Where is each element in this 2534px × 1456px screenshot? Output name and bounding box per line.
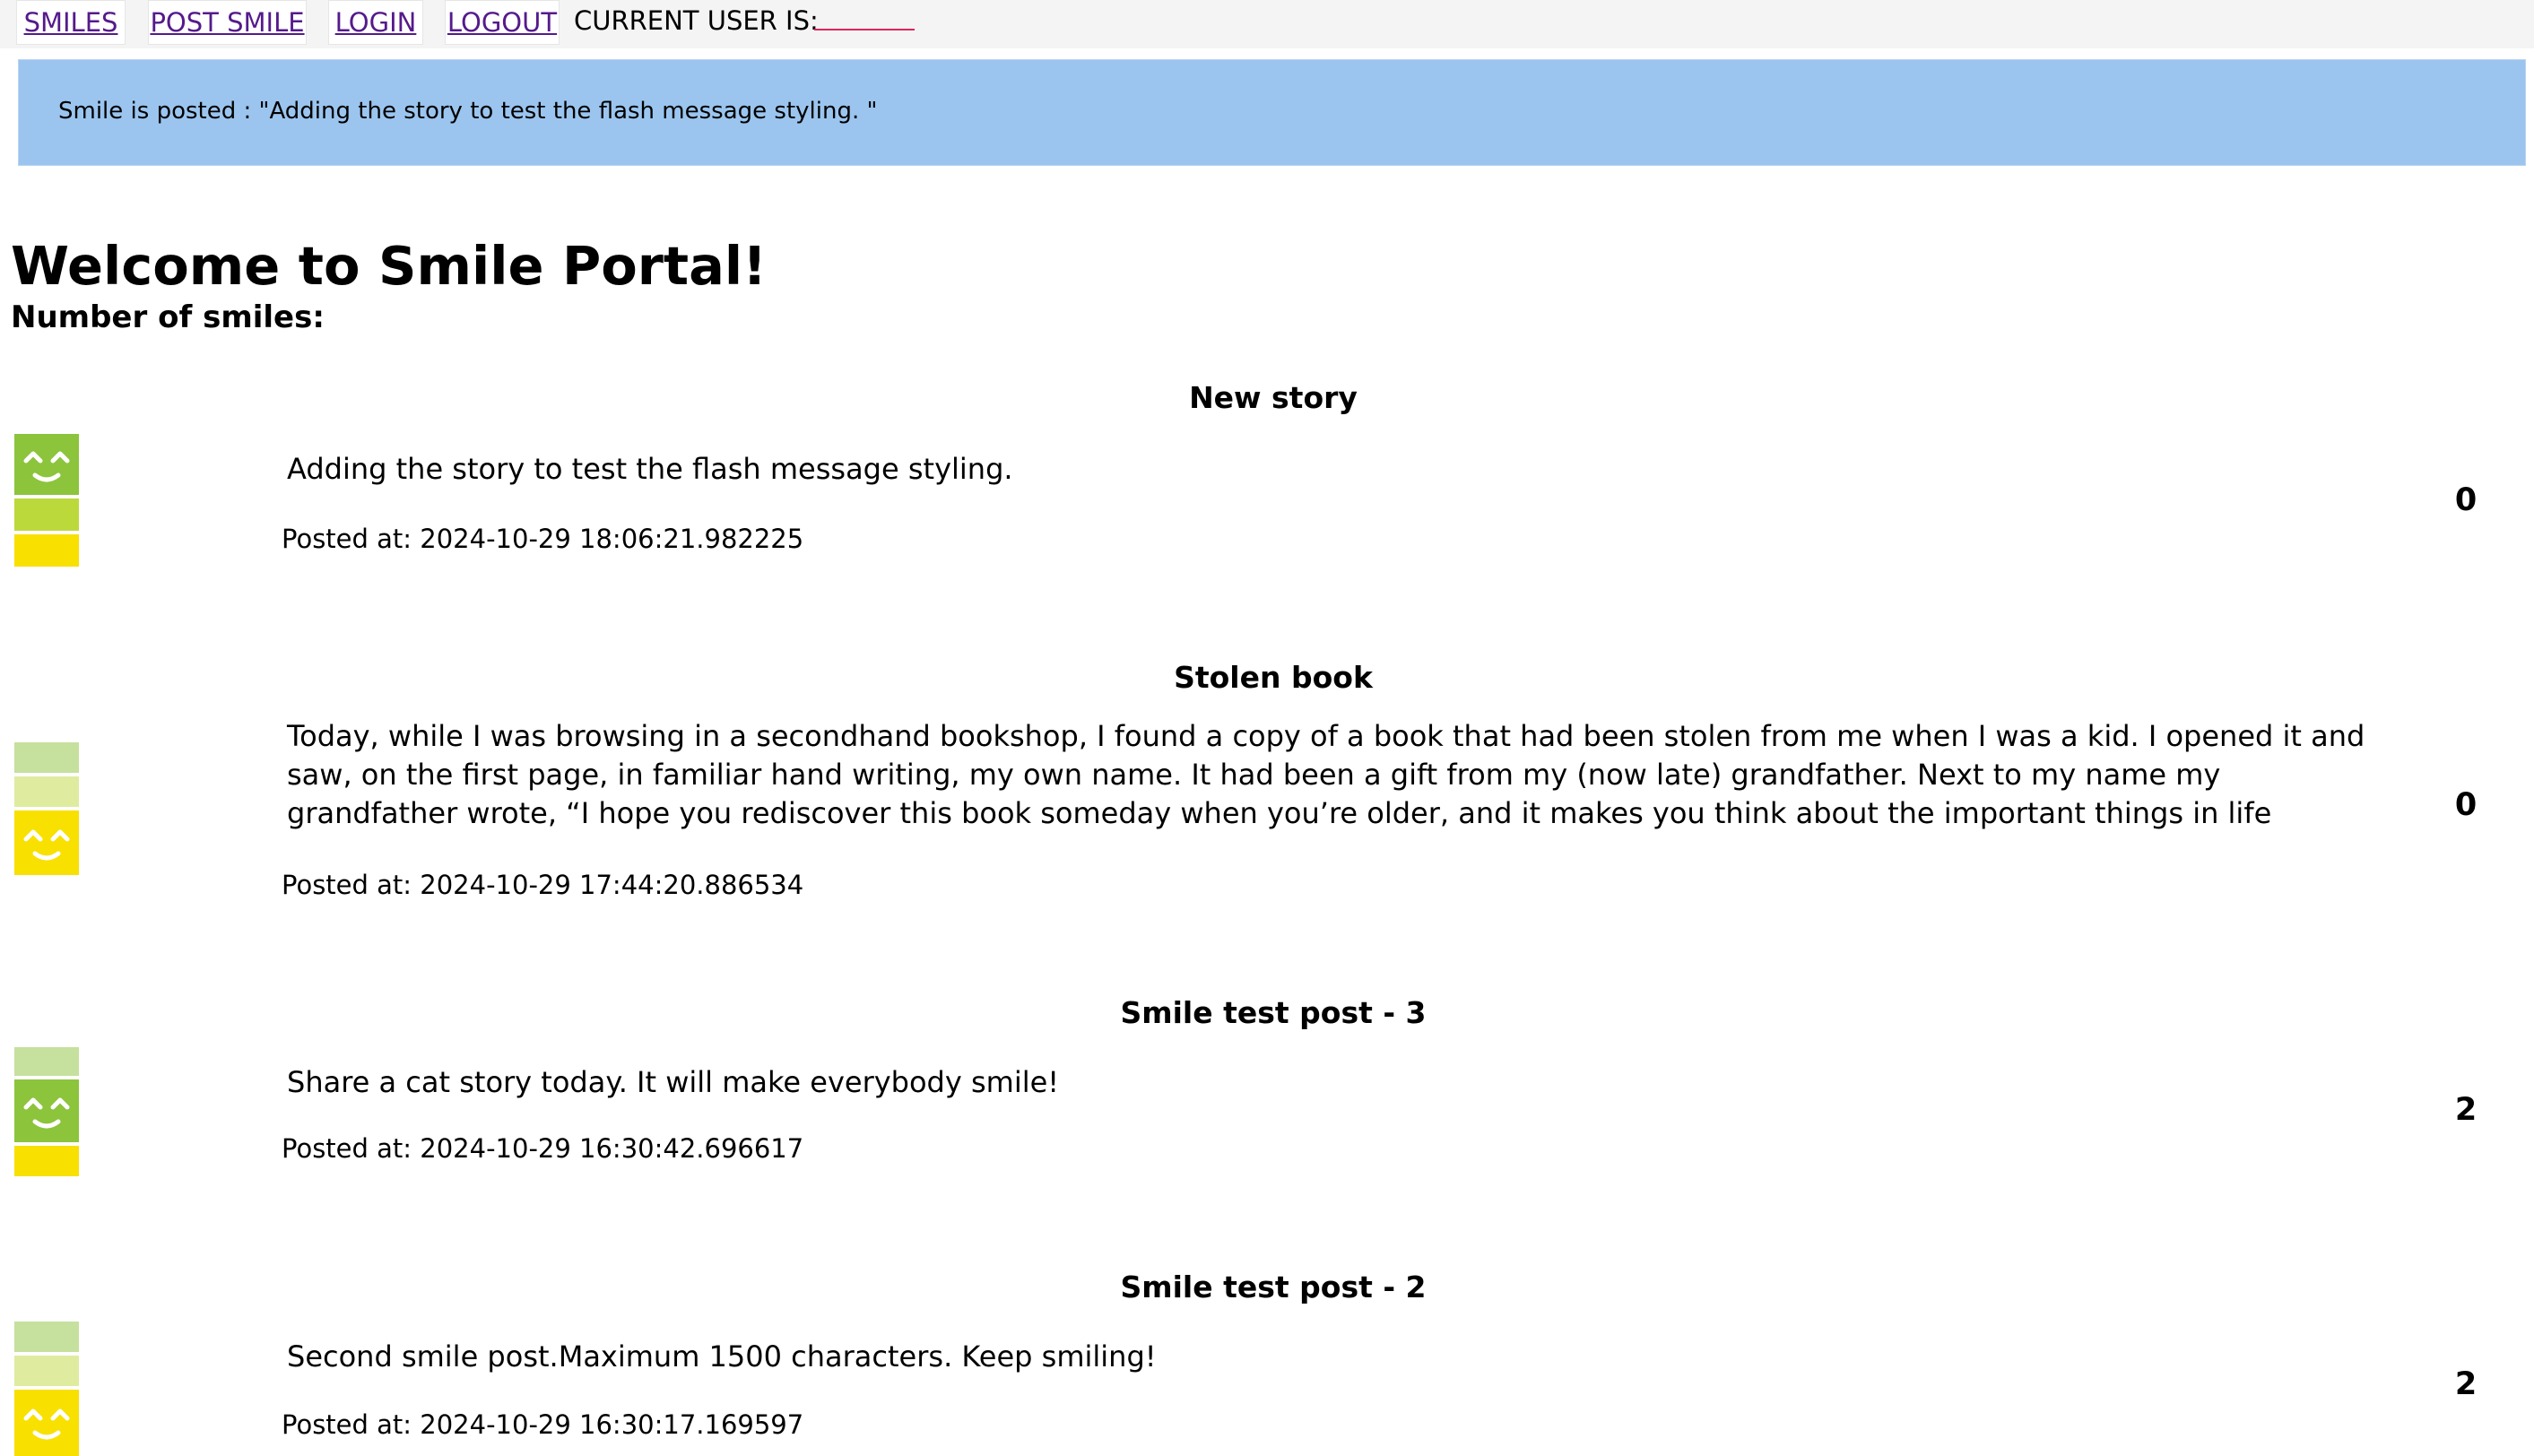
smile-face-icon [23,451,70,482]
meter-middle[interactable] [14,1356,79,1386]
smile-count-label: Number of smiles: [11,299,325,335]
post-timestamp: Posted at: 2024-10-29 16:30:42.696617 [282,1133,804,1164]
meter-bottom[interactable] [14,1146,79,1176]
smile-post: Stolen book Today, while I was browsing … [0,656,2534,925]
mood-meter[interactable] [14,1047,79,1176]
post-body: Today, while I was browsing in a secondh… [287,719,2365,830]
smile-post: New story Adding the story to test the f… [0,377,2534,610]
meter-top[interactable] [14,1322,79,1352]
flash-message-text: Smile is posted : "Adding the story to t… [58,98,878,125]
post-body: Share a cat story today. It will make ev… [287,1065,1060,1099]
post-timestamp: Posted at: 2024-10-29 18:06:21.982225 [282,524,804,554]
meter-middle[interactable] [14,498,79,531]
meter-top[interactable] [14,742,79,773]
smile-post: Smile test post - 3 Share a cat story to… [0,992,2534,1207]
smile-face-icon [23,1408,70,1440]
post-timestamp: Posted at: 2024-10-29 16:30:17.169597 [282,1409,804,1440]
post-title: Smile test post - 3 [1120,995,1427,1030]
nav-link-post-smile[interactable]: POST SMILE [148,0,307,45]
top-navbar: SMILES POST SMILE LOGIN LOGOUT CURRENT U… [0,0,2534,48]
post-smile-count: 2 [2454,1366,2478,1402]
mood-meter[interactable] [14,434,79,567]
meter-top[interactable] [14,1047,79,1076]
post-body: Second smile post.Maximum 1500 character… [287,1339,1157,1374]
page-title: Welcome to Smile Portal! [11,234,768,297]
mood-meter[interactable] [14,742,79,875]
nav-link-login[interactable]: LOGIN [328,0,423,45]
smile-face-icon [23,1097,70,1129]
current-user-value [814,29,915,30]
smile-face-icon [23,829,70,861]
smile-post: Smile test post - 2 Second smile post.Ma… [0,1266,2534,1456]
meter-bottom[interactable] [14,534,79,567]
post-timestamp: Posted at: 2024-10-29 17:44:20.886534 [282,870,804,900]
post-title: Smile test post - 2 [1120,1270,1427,1304]
meter-middle[interactable] [14,776,79,807]
post-title: Stolen book [1174,660,1373,695]
post-smile-count: 0 [2454,787,2478,823]
post-body: Adding the story to test the flash messa… [287,452,1013,486]
current-user-label: CURRENT USER IS: [574,5,819,36]
mood-meter[interactable] [14,1322,79,1456]
post-smile-count: 0 [2454,482,2478,518]
flash-message: Smile is posted : "Adding the story to t… [18,59,2526,166]
post-smile-count: 2 [2454,1092,2478,1128]
post-title: New story [1189,380,1358,415]
nav-link-smiles[interactable]: SMILES [16,0,126,45]
nav-link-logout[interactable]: LOGOUT [445,0,560,45]
